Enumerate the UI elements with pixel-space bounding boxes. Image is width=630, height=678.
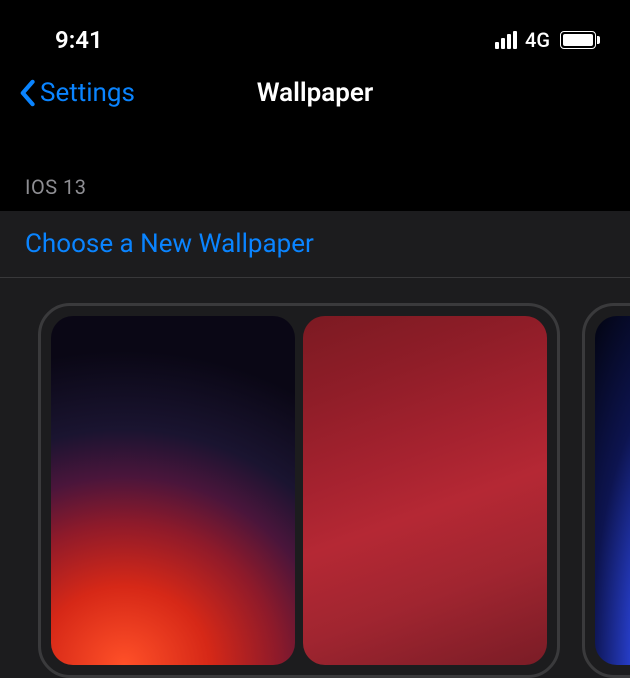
wallpaper-lock-preview xyxy=(51,316,295,665)
navigation-bar: Settings Wallpaper xyxy=(0,65,630,120)
wallpaper-home-preview xyxy=(303,316,547,665)
status-time: 9:41 xyxy=(55,26,103,54)
battery-icon xyxy=(560,31,600,49)
choose-wallpaper-row[interactable]: Choose a New Wallpaper xyxy=(0,211,630,278)
wallpaper-preview-area xyxy=(0,278,630,678)
page-title: Wallpaper xyxy=(257,78,373,108)
cellular-signal-icon xyxy=(495,31,517,49)
back-label: Settings xyxy=(40,78,135,108)
status-indicators: 4G xyxy=(495,28,600,52)
wallpaper-preview-frame[interactable] xyxy=(38,303,560,678)
network-label: 4G xyxy=(525,28,550,52)
choose-wallpaper-label: Choose a New Wallpaper xyxy=(25,229,314,259)
status-bar: 9:41 4G xyxy=(0,0,630,65)
chevron-left-icon xyxy=(18,79,36,107)
wallpaper-preview-frame-next[interactable] xyxy=(582,303,630,678)
section-header: IOS 13 xyxy=(0,120,630,211)
wallpaper-lock-preview xyxy=(595,316,630,665)
back-button[interactable]: Settings xyxy=(18,78,135,108)
content: IOS 13 Choose a New Wallpaper xyxy=(0,120,630,678)
